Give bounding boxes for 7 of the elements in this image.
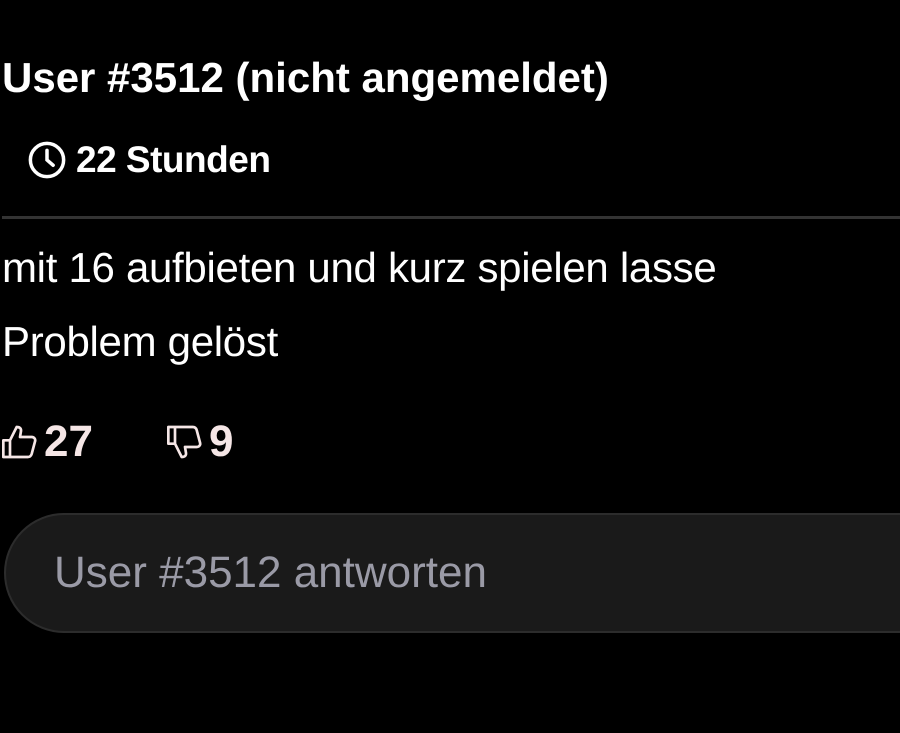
comment-text: mit 16 aufbieten und kurz spielen lasse Problem gelöst: [1, 243, 718, 367]
clock-icon: [26, 139, 68, 181]
reply-field[interactable]: User #3512 antworten: [4, 513, 900, 633]
author-name: User #3512 (nicht angemeldet): [1, 53, 610, 103]
vote-count: 9: [208, 417, 234, 467]
vote-count: 27: [44, 417, 93, 467]
timestamp: 22 Stunden: [76, 138, 270, 182]
